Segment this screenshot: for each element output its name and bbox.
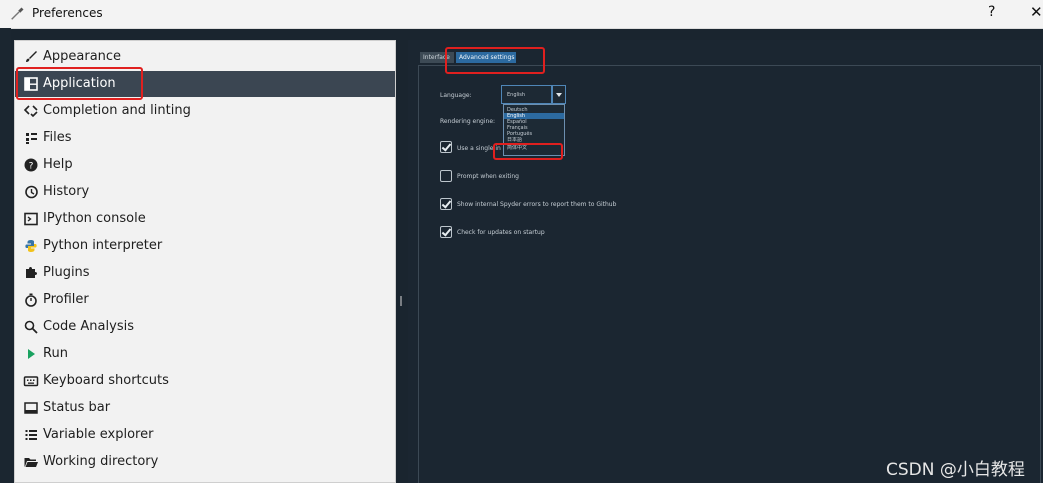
check-updates-checkbox[interactable] bbox=[440, 226, 452, 238]
chevron-down-icon bbox=[556, 93, 562, 97]
help-icon: ? bbox=[24, 158, 38, 172]
sidebar-item-python-interpreter[interactable]: Python interpreter bbox=[15, 233, 395, 259]
sidebar-item-label: Appearance bbox=[43, 49, 122, 64]
title-bar: Preferences ? ✕ bbox=[0, 0, 1043, 29]
language-select-value: English bbox=[507, 92, 526, 98]
splitter-handle[interactable] bbox=[396, 40, 406, 483]
single-instance-label: Use a single in bbox=[457, 145, 501, 152]
single-instance-checkbox[interactable] bbox=[440, 141, 452, 153]
sidebar-item-run[interactable]: Run bbox=[15, 341, 395, 367]
sidebar-item-label: History bbox=[43, 184, 90, 199]
checkmark-icon bbox=[441, 198, 452, 209]
python-icon bbox=[25, 240, 37, 252]
tab-interface[interactable]: Interface bbox=[420, 52, 454, 63]
language-select[interactable]: English bbox=[501, 85, 552, 104]
puzzle-icon bbox=[26, 267, 37, 278]
language-option-japanese[interactable]: 日本語 bbox=[504, 137, 564, 143]
sidebar-item-ipython-console[interactable]: IPython console bbox=[15, 206, 395, 232]
files-icon bbox=[26, 133, 37, 144]
show-errors-label: Show internal Spyder errors to report th… bbox=[457, 201, 617, 208]
folder-open-icon bbox=[24, 458, 38, 467]
sidebar-item-status-bar[interactable]: Status bar bbox=[15, 395, 395, 421]
sidebar-item-label: Run bbox=[43, 346, 68, 361]
sidebar-item-label: Files bbox=[43, 130, 72, 145]
checkmark-icon bbox=[441, 141, 452, 152]
sidebar-item-label: Application bbox=[43, 76, 116, 91]
stopwatch-icon bbox=[25, 293, 37, 307]
sidebar-item-label: Code Analysis bbox=[43, 319, 134, 334]
sidebar-item-label: Keyboard shortcuts bbox=[43, 373, 169, 388]
sidebar-item-label: Completion and linting bbox=[43, 103, 191, 118]
sidebar-item-label: Python interpreter bbox=[43, 238, 163, 253]
sidebar-item-history[interactable]: History bbox=[15, 179, 395, 205]
sidebar-item-variable-explorer[interactable]: Variable explorer bbox=[15, 422, 395, 448]
watermark: CSDN @小白教程 bbox=[886, 460, 1025, 480]
magnify-check-icon bbox=[24, 320, 38, 334]
rendering-engine-label: Rendering engine: bbox=[440, 118, 496, 125]
window-edge bbox=[0, 28, 11, 483]
sidebar-item-label: Profiler bbox=[43, 292, 89, 307]
list-icon bbox=[25, 430, 37, 440]
sidebar-item-completion-linting[interactable]: Completion and linting bbox=[15, 98, 395, 124]
paintbrush-icon bbox=[26, 51, 37, 62]
sidebar-item-label: Working directory bbox=[43, 454, 159, 469]
sidebar-item-plugins[interactable]: Plugins bbox=[15, 260, 395, 286]
sidebar-item-label: Variable explorer bbox=[43, 427, 154, 442]
splitter-grip bbox=[400, 296, 402, 306]
language-dropdown-list: Deutsch English Español Français Portugu… bbox=[503, 104, 565, 156]
code-check-icon bbox=[23, 105, 38, 118]
console-icon bbox=[24, 212, 38, 226]
svg-text:?: ? bbox=[29, 162, 34, 172]
preferences-sidebar: Appearance Application Completion and li… bbox=[14, 40, 396, 483]
language-dropdown-button[interactable] bbox=[552, 85, 566, 104]
sidebar-item-profiler[interactable]: Profiler bbox=[15, 287, 395, 313]
sidebar-item-label: Status bar bbox=[43, 400, 111, 415]
sidebar-item-keyboard-shortcuts[interactable]: Keyboard shortcuts bbox=[15, 368, 395, 394]
sidebar-item-application[interactable]: Application bbox=[15, 71, 395, 97]
sidebar-item-label: Plugins bbox=[43, 265, 90, 280]
sidebar-item-appearance[interactable]: Appearance bbox=[15, 44, 395, 70]
language-label: Language: bbox=[440, 92, 472, 99]
prompt-exit-label: Prompt when exiting bbox=[457, 173, 519, 180]
help-button[interactable]: ? bbox=[988, 4, 995, 20]
checkmark-icon bbox=[441, 226, 452, 237]
sidebar-item-label: IPython console bbox=[43, 211, 146, 226]
show-errors-checkbox[interactable] bbox=[440, 198, 452, 210]
history-icon bbox=[25, 185, 38, 199]
play-icon bbox=[28, 349, 35, 359]
language-option-simplified-chinese[interactable]: 简体中文 bbox=[504, 145, 564, 151]
close-button[interactable]: ✕ bbox=[1030, 3, 1043, 21]
sidebar-item-help[interactable]: ? Help bbox=[15, 152, 395, 178]
layout-icon bbox=[24, 77, 38, 91]
prompt-exit-checkbox[interactable] bbox=[440, 170, 452, 182]
wrench-icon bbox=[11, 7, 24, 20]
check-updates-label: Check for updates on startup bbox=[457, 229, 545, 236]
statusbar-icon bbox=[24, 402, 38, 414]
sidebar-item-label: Help bbox=[43, 157, 73, 172]
sidebar-item-working-directory[interactable]: Working directory bbox=[15, 449, 395, 475]
keyboard-icon bbox=[23, 376, 39, 387]
tab-advanced-settings[interactable]: Advanced settings bbox=[456, 52, 516, 63]
sidebar-item-code-analysis[interactable]: Code Analysis bbox=[15, 314, 395, 340]
sidebar-item-files[interactable]: Files bbox=[15, 125, 395, 151]
window-title: Preferences bbox=[32, 6, 103, 20]
